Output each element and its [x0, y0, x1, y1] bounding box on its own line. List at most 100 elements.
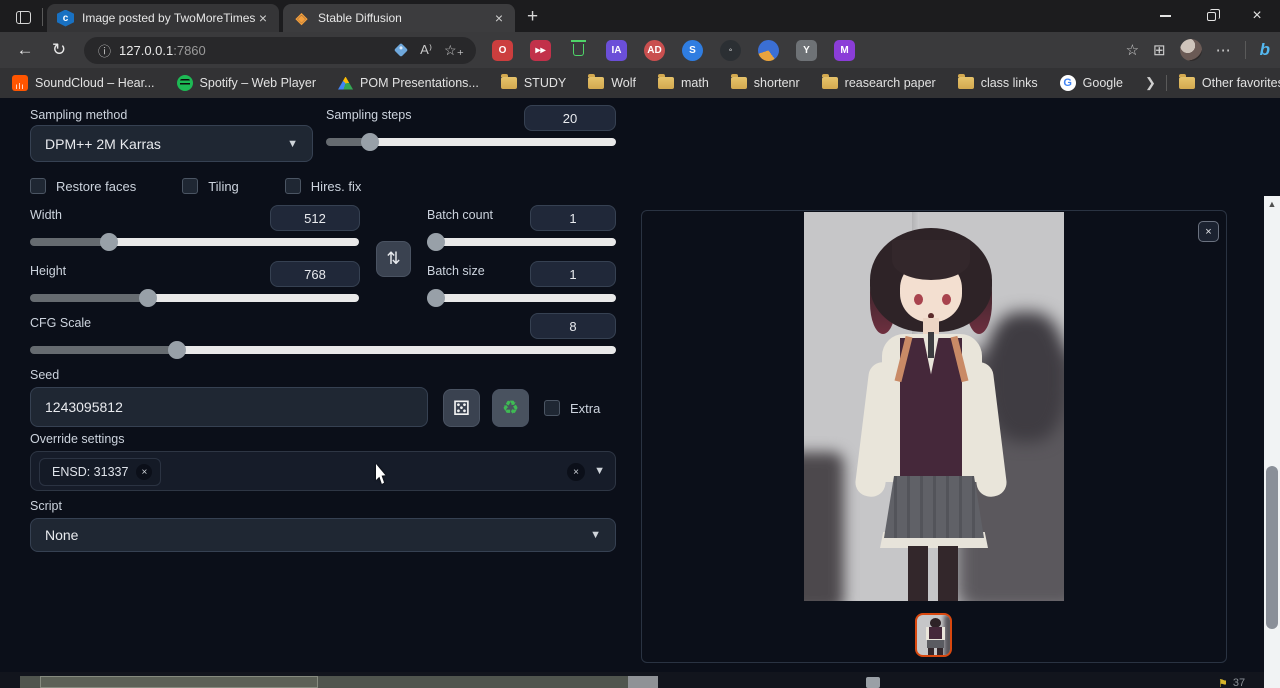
minimize-button[interactable] [1142, 0, 1188, 32]
checkbox-restore-faces[interactable]: Restore faces [30, 178, 136, 194]
checkbox-label: Restore faces [56, 179, 136, 194]
scrollbar-thumb[interactable] [1266, 466, 1278, 629]
bookmark-item[interactable]: ılıSoundCloud – Hear... [12, 75, 155, 91]
bing-chat-icon[interactable]: b [1260, 40, 1270, 60]
batch-count-slider[interactable] [427, 238, 616, 246]
profile-avatar[interactable] [1180, 39, 1202, 61]
refresh-button[interactable]: ↻ [42, 40, 76, 60]
seed-input[interactable]: 1243095812 [30, 387, 428, 427]
tab-actions-button[interactable] [6, 2, 40, 32]
slider-thumb[interactable] [168, 341, 186, 359]
script-dropdown[interactable]: None ▼ [30, 518, 616, 552]
checkbox-hires-fix[interactable]: Hires. fix [285, 178, 362, 194]
bookmark-label: STUDY [524, 76, 566, 90]
random-seed-dice-button[interactable]: ⚄ [443, 389, 480, 427]
shazam-icon[interactable]: S [682, 40, 703, 61]
extra-seed-checkbox[interactable]: Extra [544, 400, 600, 416]
checkbox-icon[interactable] [285, 178, 301, 194]
sampling-steps-slider[interactable] [326, 138, 616, 146]
vertical-scrollbar[interactable]: ▲ ▼ [1264, 196, 1280, 688]
trash-extension-icon[interactable] [568, 40, 589, 61]
bookmark-item[interactable]: shortenr [731, 76, 800, 90]
tab-stable-diffusion[interactable]: ◈ Stable Diffusion × [283, 4, 515, 32]
width-input[interactable]: 512 [270, 205, 360, 231]
width-slider[interactable] [30, 238, 359, 246]
bookmark-item[interactable]: class links [958, 76, 1038, 90]
bookmark-label: POM Presentations... [360, 76, 479, 90]
override-settings-label: Override settings [30, 432, 124, 446]
bookmark-item[interactable]: POM Presentations... [338, 76, 479, 90]
bookmarks-overflow-icon[interactable]: ❯ [1145, 75, 1156, 91]
location-pin-icon[interactable]: ◦ [720, 40, 741, 61]
generated-image[interactable] [804, 212, 1064, 601]
override-settings-box[interactable]: ENSD: 31337 × × ▼ [30, 451, 616, 491]
checkbox-icon[interactable] [182, 178, 198, 194]
site-info-icon[interactable]: ⓘ [98, 41, 111, 60]
monica-extension-icon[interactable]: M [834, 40, 855, 61]
bookmark-label: SoundCloud – Hear... [35, 76, 155, 90]
remove-token-icon[interactable]: × [136, 464, 152, 480]
slider-thumb[interactable] [139, 289, 157, 307]
civitai-favicon-icon: c [57, 10, 74, 27]
opera-extension-icon[interactable]: O [492, 40, 513, 61]
close-gallery-button[interactable]: × [1198, 221, 1219, 242]
restore-button[interactable] [1188, 0, 1234, 32]
favorites-icon[interactable]: ☆ [1126, 41, 1139, 59]
scrollbar-thumb[interactable] [40, 676, 318, 688]
height-slider[interactable] [30, 294, 359, 302]
bookmark-label: class links [981, 76, 1038, 90]
clear-all-icon[interactable]: × [567, 463, 585, 481]
bookmark-item[interactable]: Wolf [588, 76, 636, 90]
cfg-scale-label: CFG Scale [30, 316, 91, 330]
globe-extension-icon[interactable] [758, 40, 779, 61]
checkbox-icon[interactable] [30, 178, 46, 194]
bookmark-item[interactable]: GGoogle [1060, 75, 1123, 91]
folder-icon [731, 77, 747, 89]
chevron-down-icon[interactable]: ▼ [594, 465, 605, 477]
bookmark-item[interactable]: Spotify – Web Player [177, 75, 317, 91]
add-favorite-icon[interactable]: ☆₊ [444, 42, 464, 59]
shopping-tag-icon[interactable] [394, 43, 408, 57]
gradio-favicon-icon: ◈ [293, 10, 310, 27]
slider-thumb[interactable] [427, 289, 445, 307]
tab-close-icon[interactable]: × [255, 10, 271, 26]
tab-close-icon[interactable]: × [491, 10, 507, 26]
slider-thumb[interactable] [100, 233, 118, 251]
adguard-icon[interactable]: AD [644, 40, 665, 61]
tab-civitai[interactable]: c Image posted by TwoMoreTimes × [47, 4, 279, 32]
cfg-scale-input[interactable]: 8 [530, 313, 616, 339]
scroll-up-icon[interactable]: ▲ [1264, 196, 1280, 212]
collections-icon[interactable]: ⊞ [1153, 41, 1166, 59]
override-token-label: ENSD: 31337 [52, 465, 128, 479]
batch-size-input[interactable]: 1 [530, 261, 616, 287]
bookmark-item[interactable]: math [658, 76, 709, 90]
checkbox-tiling[interactable]: Tiling [182, 178, 239, 194]
override-token-chip[interactable]: ENSD: 31337 × [39, 458, 161, 486]
batch-count-input[interactable]: 1 [530, 205, 616, 231]
slider-thumb[interactable] [427, 233, 445, 251]
reuse-seed-recycle-button[interactable]: ♻ [492, 389, 529, 427]
ia-extension-icon[interactable]: IA [606, 40, 627, 61]
bookmark-item[interactable]: reasearch paper [822, 76, 936, 90]
gallery-thumbnail-selected[interactable] [915, 613, 952, 657]
close-window-button[interactable]: × [1234, 0, 1280, 32]
slider-thumb[interactable] [361, 133, 379, 151]
address-bar[interactable]: ⓘ 127.0.0.1:7860 A⁾ ☆₊ [84, 37, 476, 64]
sampling-method-dropdown[interactable]: DPM++ 2M Karras ▼ [30, 125, 313, 162]
read-aloud-icon[interactable]: A⁾ [420, 42, 432, 58]
other-favorites-folder[interactable]: Other favorites [1179, 76, 1280, 90]
sampling-steps-input[interactable]: 20 [524, 105, 616, 131]
swap-dimensions-button[interactable]: ⇅ [376, 241, 411, 277]
cfg-scale-slider[interactable] [30, 346, 616, 354]
height-input[interactable]: 768 [270, 261, 360, 287]
divider [1245, 41, 1246, 59]
y-extension-icon[interactable]: Y [796, 40, 817, 61]
batch-size-slider[interactable] [427, 294, 616, 302]
checkbox-icon[interactable] [544, 400, 560, 416]
horizontal-scrollbar[interactable] [20, 676, 628, 688]
back-button[interactable]: ← [8, 40, 42, 60]
new-tab-button[interactable]: + [515, 6, 550, 32]
fast-forward-icon[interactable]: ▸▸ [530, 40, 551, 61]
settings-more-icon[interactable]: ⋯ [1216, 41, 1231, 59]
bookmark-item[interactable]: STUDY [501, 76, 566, 90]
